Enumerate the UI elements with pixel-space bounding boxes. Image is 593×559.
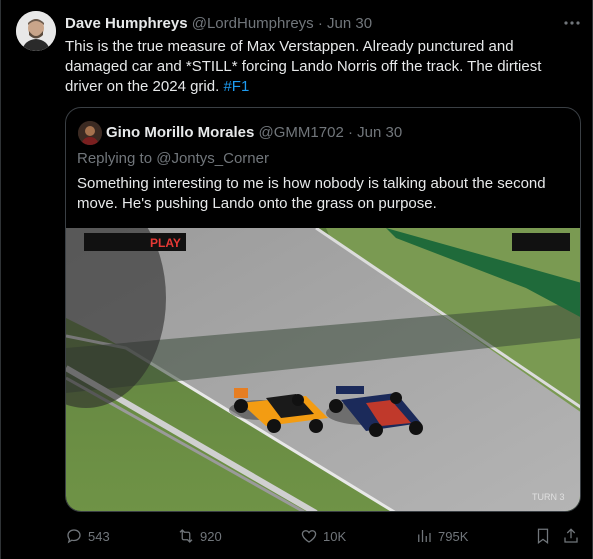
reply-button[interactable]: 543: [65, 525, 110, 547]
views-count: 795K: [438, 528, 469, 544]
reply-icon: [67, 529, 81, 544]
reply-count: 543: [88, 528, 110, 544]
hashtag-link[interactable]: #F1: [223, 78, 249, 95]
share-icon: [564, 528, 578, 543]
author-name[interactable]: Dave Humphreys: [65, 15, 188, 32]
like-icon: [301, 530, 317, 543]
quote-author-name[interactable]: Gino Morillo Morales: [106, 124, 254, 141]
quote-date[interactable]: Jun 30: [357, 124, 402, 141]
bookmark-button[interactable]: [534, 525, 552, 547]
quote-author-handle[interactable]: @GMM1702: [259, 124, 344, 141]
tweet-actions: 543 920 10K 795K: [65, 522, 581, 550]
retweet-icon: [179, 529, 193, 543]
video-overlay-label: PLAY: [150, 236, 181, 250]
views-icon: [418, 530, 431, 542]
tweet-body: This is the true measure of Max Verstapp…: [65, 38, 542, 95]
quote-separator: ·: [347, 124, 353, 141]
video-thumbnail[interactable]: PLAY TURN 3: [66, 228, 580, 511]
quote-header: Gino Morillo Morales @GMM1702 · Jun 30: [106, 123, 402, 143]
replying-to: Replying to @Jontys_Corner: [77, 150, 269, 167]
quote-text: Something interesting to me is how nobod…: [77, 175, 546, 212]
video-corner-label: TURN 3: [532, 492, 565, 502]
separator: ·: [317, 15, 323, 32]
more-icon[interactable]: [561, 14, 583, 32]
tweet-text: This is the true measure of Max Verstapp…: [65, 37, 580, 97]
author-avatar[interactable]: [16, 11, 56, 51]
like-button[interactable]: 10K: [300, 525, 346, 547]
bookmark-icon: [537, 528, 549, 545]
like-count: 10K: [323, 528, 347, 544]
quoted-tweet[interactable]: Gino Morillo Morales @GMM1702 · Jun 30 R…: [65, 107, 581, 512]
tweet[interactable]: Dave Humphreys @LordHumphreys · Jun 30 T…: [0, 0, 593, 559]
tweet-date[interactable]: Jun 30: [327, 15, 372, 32]
views-button[interactable]: 795K: [415, 525, 468, 547]
share-button[interactable]: [562, 525, 580, 547]
tweet-header: Dave Humphreys @LordHumphreys · Jun 30: [65, 14, 372, 34]
retweet-button[interactable]: 920: [177, 525, 222, 547]
quote-author-avatar[interactable]: [78, 121, 102, 145]
author-handle[interactable]: @LordHumphreys: [192, 15, 314, 32]
retweet-count: 920: [200, 528, 222, 544]
